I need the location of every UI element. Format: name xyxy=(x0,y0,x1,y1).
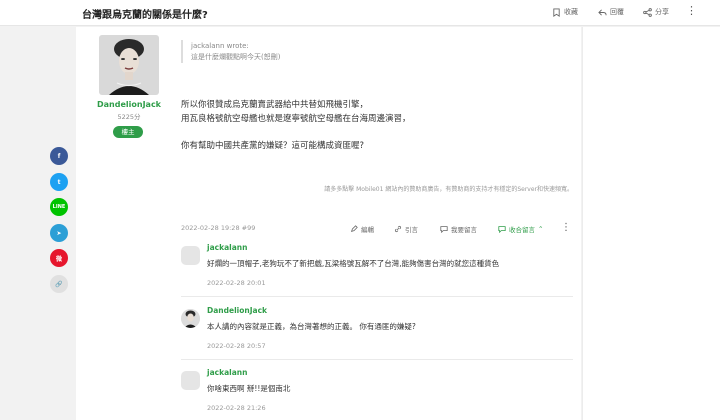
author-avatar[interactable] xyxy=(99,35,159,95)
quote-author: jackalann wrote: xyxy=(191,42,249,50)
comment-icon xyxy=(440,226,448,233)
post-meta: 2022-02-28 19:28 #99 xyxy=(181,224,256,232)
post-body-line: 你有幫助中國共產黨的嫌疑？這可能構成資匪喔? xyxy=(181,141,365,151)
share-button[interactable]: 分享 xyxy=(643,7,669,17)
post-more-menu-icon[interactable]: ⋮ xyxy=(561,222,571,233)
edit-label: 編輯 xyxy=(361,226,374,234)
divider xyxy=(181,296,573,297)
telegram-share-icon[interactable]: ➤ xyxy=(50,224,68,242)
line-share-icon[interactable]: LINE xyxy=(50,198,68,216)
comment-item: jackalann 好爛的一頂帽子,老狗玩不了新把戲,瓦梁格號瓦解不了台灣,能夠… xyxy=(181,243,573,299)
link-share-icon[interactable]: 🔗 xyxy=(50,275,68,293)
comment-item: DandelionJack 本人講的內容就是正義，為台灣著想的正義。 你有通匪的… xyxy=(181,306,573,362)
comment-text: 本人講的內容就是正義，為台灣著想的正義。 你有通匪的嫌疑? xyxy=(207,322,416,331)
default-avatar[interactable] xyxy=(181,246,200,265)
comment-icon xyxy=(498,226,506,233)
comment-avatar[interactable] xyxy=(181,309,200,328)
top-bar: 台灣跟烏克蘭的關係是什麼? 收藏 回覆 分享 ⋮ xyxy=(0,0,720,26)
right-sidebar xyxy=(582,27,720,420)
pencil-icon xyxy=(350,225,358,233)
comment-avatar-image xyxy=(181,309,200,328)
collapse-comments-label: 收合留言 xyxy=(509,226,535,234)
header-more-menu-icon[interactable]: ⋮ xyxy=(686,5,697,16)
quote-block: jackalann wrote: 這是什麼爛觀點啊今天(恕刪) xyxy=(181,40,280,63)
weibo-share-icon[interactable]: 微 xyxy=(50,249,68,267)
quote-text: 這是什麼爛觀點啊今天(恕刪) xyxy=(191,53,281,61)
bookmark-button[interactable]: 收藏 xyxy=(552,7,578,17)
reply-label: 回覆 xyxy=(610,8,624,16)
share-icon xyxy=(643,7,652,17)
edit-button[interactable]: 編輯 xyxy=(350,224,374,234)
sponsor-note: 請多多點擊 Mobile01 網站內的贊助商廣告，有贊助商的支持才有穩定的Ser… xyxy=(324,186,573,193)
op-badge: 樓主 xyxy=(113,126,143,138)
default-avatar[interactable] xyxy=(181,371,200,390)
comment-text: 你啥東西啊 掰!!是個南北 xyxy=(207,384,291,393)
quote-label: 引言 xyxy=(405,226,418,234)
reply-icon xyxy=(598,8,607,16)
twitter-share-icon[interactable]: t xyxy=(50,173,68,191)
leave-comment-label: 我要留言 xyxy=(451,226,477,234)
post-body-line: 所以你很贊成烏克蘭賣武器給中共替如飛機引擎， xyxy=(181,100,369,110)
comment-time: 2022-02-28 20:01 xyxy=(207,279,266,287)
comment-author[interactable]: jackalann xyxy=(207,368,247,377)
facebook-share-icon[interactable]: f xyxy=(50,147,68,165)
comment-author[interactable]: DandelionJack xyxy=(207,306,267,315)
quote-button[interactable]: 引言 xyxy=(394,224,418,234)
author-score: 5225分 xyxy=(117,113,141,121)
page-title: 台灣跟烏克蘭的關係是什麼? xyxy=(82,10,208,21)
comment-time: 2022-02-28 21:26 xyxy=(207,404,266,412)
share-label: 分享 xyxy=(655,8,669,16)
comment-text: 好爛的一頂帽子,老狗玩不了新把戲,瓦梁格號瓦解不了台灣,能夠傷害台灣的就您這種貨… xyxy=(207,259,500,268)
collapse-comments-button[interactable]: 收合留言 ⌃ xyxy=(498,224,543,234)
leave-comment-button[interactable]: 我要留言 xyxy=(440,224,477,234)
author-name[interactable]: DandelionJack xyxy=(90,100,168,109)
bookmark-label: 收藏 xyxy=(564,8,578,16)
author-avatar-image xyxy=(99,35,159,95)
bookmark-icon xyxy=(553,7,560,17)
comment-time: 2022-02-28 20:57 xyxy=(207,342,266,350)
link-icon xyxy=(394,225,402,233)
reply-button[interactable]: 回覆 xyxy=(598,7,624,17)
comment-author[interactable]: jackalann xyxy=(207,243,247,252)
divider xyxy=(181,359,573,360)
post-body-line: 用瓦良格號航空母艦也就是遼寧號航空母艦在台海周邊演習， xyxy=(181,114,411,124)
chevron-up-icon: ⌃ xyxy=(538,225,544,233)
comment-item: jackalann 你啥東西啊 掰!!是個南北 2022-02-28 21:26 xyxy=(181,368,573,420)
